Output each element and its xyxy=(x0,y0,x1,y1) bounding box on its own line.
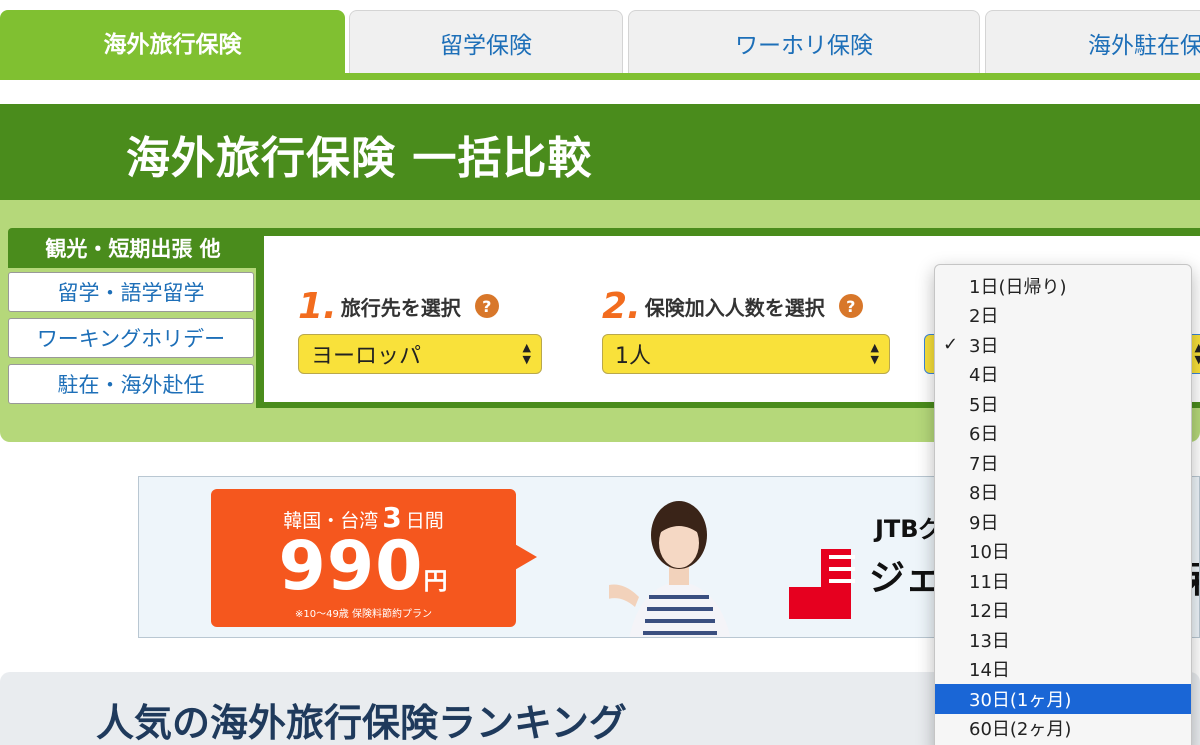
travelers-label: 2. 保険加入人数を選択 ? xyxy=(602,285,890,327)
option-label: 14日 xyxy=(969,660,1010,682)
select-value: ヨーロッパ xyxy=(311,344,422,369)
duration-dropdown-menu[interactable]: 1日(日帰り) 2日 ✓ 3日 4日 5日 6日 7日 8日 9日 10日 11日… xyxy=(934,264,1192,745)
destination-select[interactable]: ヨーロッパ ▲ ▼ xyxy=(298,334,542,374)
help-icon[interactable]: ? xyxy=(474,294,499,318)
option-label: 2日 xyxy=(969,306,999,328)
side-tab-sightseeing[interactable]: 観光・短期出張 他 xyxy=(8,228,258,268)
jtb-logo-icon xyxy=(789,549,855,619)
step-number: 1. xyxy=(298,285,337,327)
tab-underline xyxy=(0,73,1200,80)
destination-field: 1. 旅行先を選択 ? ヨーロッパ ▲ ▼ xyxy=(298,286,542,374)
woman-image xyxy=(609,501,731,637)
step-number: 2. xyxy=(602,285,641,327)
menu-option[interactable]: 1日(日帰り) xyxy=(935,271,1191,301)
menu-option[interactable]: 9日 xyxy=(935,507,1191,537)
option-label: 6日 xyxy=(969,424,999,446)
option-label: 7日 xyxy=(969,453,999,475)
option-label: 5日 xyxy=(969,394,999,416)
menu-option[interactable]: 10日 xyxy=(935,537,1191,567)
menu-option[interactable]: 11日 xyxy=(935,566,1191,596)
tab-label: 留学保険 xyxy=(440,32,532,59)
menu-option-highlighted[interactable]: 30日(1ヶ月) xyxy=(935,684,1191,714)
menu-option[interactable]: 2日 xyxy=(935,301,1191,331)
option-label: 1日(日帰り) xyxy=(969,276,1067,298)
menu-option[interactable]: 60日(2ヶ月) xyxy=(935,714,1191,744)
brand-name: ジェ xyxy=(869,558,942,599)
option-label: 10日 xyxy=(969,542,1010,564)
travelers-field: 2. 保険加入人数を選択 ? 1人 ▲ ▼ xyxy=(602,286,890,374)
step-label: 保険加入人数を選択 xyxy=(644,295,825,320)
promo-note: ※10〜49歳 保険料節約プラン xyxy=(294,609,432,620)
menu-option-selected[interactable]: ✓ 3日 xyxy=(935,330,1191,360)
side-tab-label: 留学・語学留学 xyxy=(57,281,205,305)
destination-label: 1. 旅行先を選択 ? xyxy=(298,285,542,327)
promo-price-unit: 円 xyxy=(423,567,449,595)
option-label: 12日 xyxy=(969,601,1010,623)
tab-working-holiday-insurance[interactable]: ワーホリ保険 xyxy=(628,10,980,74)
help-icon[interactable]: ? xyxy=(838,294,863,318)
menu-option[interactable]: 14日 xyxy=(935,655,1191,685)
tab-label: 海外駐在保 xyxy=(1088,32,1200,59)
promo-price-line: 990円 xyxy=(211,527,516,606)
select-arrows-icon: ▲ ▼ xyxy=(522,341,531,366)
page: 海外旅行保険 留学保険 ワーホリ保険 海外駐在保 海外旅行保険 一括比較 観光・… xyxy=(0,0,1200,745)
option-label: 3日 xyxy=(969,335,999,357)
side-tab-label: 観光・短期出張 他 xyxy=(45,237,221,261)
select-arrows-icon: ▲ ▼ xyxy=(1194,341,1200,366)
menu-option[interactable]: 5日 xyxy=(935,389,1191,419)
menu-option[interactable]: 4日 xyxy=(935,360,1191,390)
page-title: 海外旅行保険 一括比較 xyxy=(126,133,593,184)
side-tab-expat[interactable]: 駐在・海外赴任 xyxy=(8,364,254,404)
side-tab-study-abroad[interactable]: 留学・語学留学 xyxy=(8,272,254,312)
tab-study-abroad-insurance[interactable]: 留学保険 xyxy=(349,10,623,74)
title-band: 海外旅行保険 一括比較 xyxy=(0,104,1200,200)
option-label: 11日 xyxy=(969,571,1010,593)
promo-pointer xyxy=(513,543,537,571)
select-value: 1人 xyxy=(615,344,651,369)
option-label: 8日 xyxy=(969,483,999,505)
checkmark-icon: ✓ xyxy=(943,334,959,356)
menu-option[interactable]: 7日 xyxy=(935,448,1191,478)
promo-price: 990 xyxy=(278,527,424,606)
tab-overseas-travel-insurance[interactable]: 海外旅行保険 xyxy=(0,10,345,74)
travelers-select[interactable]: 1人 ▲ ▼ xyxy=(602,334,890,374)
menu-option[interactable]: 6日 xyxy=(935,419,1191,449)
option-label: 13日 xyxy=(969,630,1010,652)
side-tab-label: ワーキングホリデー xyxy=(36,327,226,351)
tab-label: 海外旅行保険 xyxy=(103,32,242,58)
side-tab-label: 駐在・海外赴任 xyxy=(57,373,205,397)
side-tab-working-holiday[interactable]: ワーキングホリデー xyxy=(8,318,254,358)
top-tab-bar: 海外旅行保険 留学保険 ワーホリ保険 海外駐在保 xyxy=(0,0,1200,80)
option-label: 60日(2ヶ月) xyxy=(969,719,1072,741)
option-label: 30日(1ヶ月) xyxy=(969,689,1072,711)
step-label: 旅行先を選択 xyxy=(340,295,461,320)
ranking-title: 人気の海外旅行保険ランキング xyxy=(96,701,627,745)
menu-option[interactable]: 12日 xyxy=(935,596,1191,626)
select-arrows-icon: ▲ ▼ xyxy=(870,341,879,366)
brand-text: JTBグ xyxy=(875,515,943,543)
option-label: 4日 xyxy=(969,365,999,387)
tab-label: ワーホリ保険 xyxy=(735,32,873,59)
menu-option[interactable]: 8日 xyxy=(935,478,1191,508)
promo-badge: 韓国・台湾 3 日間 990円 ※10〜49歳 保険料節約プラン xyxy=(211,489,516,627)
tab-expat-insurance[interactable]: 海外駐在保 xyxy=(985,10,1200,74)
option-label: 9日 xyxy=(969,512,999,534)
menu-option[interactable]: 13日 xyxy=(935,625,1191,655)
